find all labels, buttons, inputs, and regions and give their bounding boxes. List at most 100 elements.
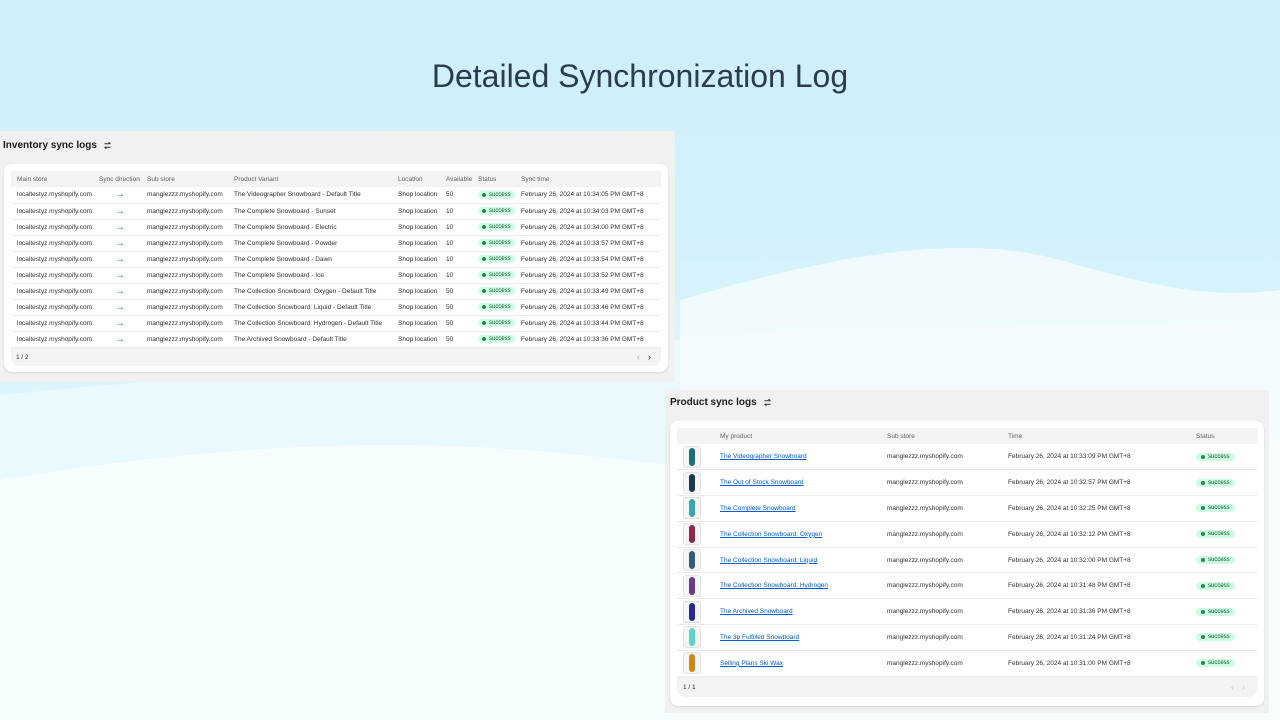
status-badge: success bbox=[478, 335, 515, 343]
arrow-right-icon: → bbox=[115, 237, 125, 249]
status-badge: success bbox=[478, 271, 515, 279]
product-link[interactable]: The Archived Snowboard bbox=[720, 608, 793, 615]
product-link[interactable]: The Out of Stock Snowboard bbox=[720, 479, 803, 486]
sync-direction-cell: → bbox=[98, 267, 146, 284]
product-panel-title: Product sync logs bbox=[670, 397, 757, 408]
status-label: success bbox=[489, 208, 511, 214]
product-link[interactable]: The Collection Snowboard: Hydrogen bbox=[720, 582, 828, 589]
sub-store-cell: manglezzz.myshopify.com bbox=[886, 624, 1007, 651]
product-name-cell: The Collection Snowboard: Oxygen bbox=[719, 521, 886, 548]
thumbnail-cell bbox=[677, 547, 719, 574]
status-cell: success bbox=[477, 219, 520, 236]
table-row: The 3p Fulfilled Snowboard manglezzz.mysh… bbox=[677, 624, 1257, 651]
sub-store-cell: manglezzz.myshopify.com bbox=[886, 598, 1007, 626]
chevron-right-icon[interactable]: › bbox=[1242, 682, 1245, 692]
column-header bbox=[677, 428, 719, 444]
available-cell: 50 bbox=[445, 331, 477, 348]
product-variant-cell: The Collection Snowboard: Hydrogen - Def… bbox=[233, 315, 397, 332]
status-label: success bbox=[1208, 505, 1230, 512]
status-cell: success bbox=[1195, 650, 1257, 677]
product-table-card: My product Sub store Time Status The Vid… bbox=[670, 421, 1264, 706]
status-dot-icon bbox=[482, 305, 486, 309]
product-link[interactable]: The Collection Snowboard: Liquid bbox=[720, 557, 817, 564]
product-thumbnail bbox=[683, 600, 701, 623]
status-label: success bbox=[1208, 557, 1230, 564]
sync-time-cell: February 26, 2024 at 10:33:54 PM GMT+8 bbox=[520, 251, 661, 268]
column-header: My product bbox=[719, 428, 886, 444]
arrow-right-icon: → bbox=[115, 301, 125, 313]
sub-store-cell: manglezzz.myshopify.com bbox=[886, 547, 1007, 574]
product-variant-cell: The Complete Snowboard - Sunset bbox=[233, 203, 397, 220]
product-thumbnail bbox=[683, 626, 701, 649]
main-store-cell: localtestyz.myshopify.com bbox=[11, 251, 98, 268]
sync-direction-cell: → bbox=[98, 235, 146, 252]
product-table: My product Sub store Time Status The Vid… bbox=[677, 428, 1257, 677]
table-row: The Videographer Snowboard manglezzz.mysh… bbox=[677, 444, 1257, 471]
sync-direction-cell: → bbox=[98, 283, 146, 300]
thumbnail-cell bbox=[677, 495, 719, 522]
status-label: success bbox=[489, 288, 511, 294]
status-dot-icon bbox=[482, 321, 486, 325]
chevron-left-icon[interactable]: ‹ bbox=[637, 352, 640, 362]
status-badge: success bbox=[1196, 504, 1235, 513]
product-link[interactable]: The Collection Snowboard: Oxygen bbox=[720, 531, 822, 538]
column-header: Sync direction bbox=[98, 171, 146, 187]
product-name-cell: The Collection Snowboard: Liquid bbox=[719, 547, 886, 574]
main-store-cell: localtestyz.myshopify.com bbox=[11, 187, 98, 204]
refresh-icon[interactable] bbox=[103, 141, 112, 150]
table-row: localtestyz.myshopify.com → manglezzz.mysh… bbox=[11, 187, 661, 204]
inventory-table: Main store Sync direction Sub store Prod… bbox=[11, 171, 661, 348]
snowboard-image-icon bbox=[689, 447, 695, 466]
snowboard-image-icon bbox=[689, 602, 695, 621]
product-variant-cell: The Collection Snowboard: Liquid - Defau… bbox=[233, 299, 397, 316]
location-cell: Shop location bbox=[397, 219, 445, 236]
status-cell: success bbox=[1195, 495, 1257, 522]
product-thumbnail bbox=[683, 652, 701, 675]
arrow-right-icon: → bbox=[115, 253, 125, 265]
status-label: success bbox=[1208, 634, 1230, 641]
product-link[interactable]: The Videographer Snowboard bbox=[720, 453, 807, 460]
status-badge: success bbox=[478, 190, 515, 199]
status-label: success bbox=[489, 224, 511, 230]
sync-time-cell: February 26, 2024 at 10:34:03 PM GMT+8 bbox=[520, 203, 661, 220]
main-store-cell: localtestyz.myshopify.com bbox=[11, 235, 98, 252]
status-label: success bbox=[489, 320, 511, 326]
product-name-cell: The Collection Snowboard: Hydrogen bbox=[719, 572, 886, 600]
sub-store-cell: manglezzz.myshopify.com bbox=[886, 469, 1007, 497]
inventory-pagination: 1 / 2 ‹ › bbox=[11, 348, 661, 366]
table-row: The Complete Snowboard manglezzz.myshopif… bbox=[677, 495, 1257, 522]
status-dot-icon bbox=[482, 337, 486, 341]
status-cell: success bbox=[477, 203, 520, 220]
status-cell: success bbox=[1195, 547, 1257, 574]
product-link[interactable]: Selling Plans Ski Wax bbox=[720, 660, 783, 667]
status-label: success bbox=[489, 191, 511, 198]
column-header: Time bbox=[1007, 428, 1195, 444]
page-indicator: 1 / 2 bbox=[16, 353, 29, 361]
product-variant-cell: The Archived Snowboard - Default Title bbox=[233, 331, 397, 348]
sub-store-cell: manglezzz.myshopify.com bbox=[146, 187, 233, 204]
product-link[interactable]: The 3p Fulfilled Snowboard bbox=[720, 634, 799, 641]
product-panel-header: Product sync logs bbox=[670, 397, 772, 408]
table-row: The Collection Snowboard: Liquid manglezz… bbox=[677, 547, 1257, 574]
column-header: Status bbox=[1195, 428, 1257, 444]
sync-time-cell: February 26, 2024 at 10:33:57 PM GMT+8 bbox=[520, 235, 661, 252]
product-link[interactable]: The Complete Snowboard bbox=[720, 505, 796, 512]
time-cell: February 26, 2024 at 10:32:12 PM GMT+8 bbox=[1007, 521, 1195, 548]
time-cell: February 26, 2024 at 10:32:25 PM GMT+8 bbox=[1007, 495, 1195, 522]
sync-time-cell: February 26, 2024 at 10:33:36 PM GMT+8 bbox=[520, 331, 661, 348]
sync-direction-cell: → bbox=[98, 251, 146, 268]
main-store-cell: localtestyz.myshopify.com bbox=[11, 315, 98, 332]
chevron-left-icon[interactable]: ‹ bbox=[1231, 682, 1234, 692]
page-title: Detailed Synchronization Log bbox=[431, 58, 849, 94]
status-label: success bbox=[489, 272, 511, 278]
column-header: Sub store bbox=[886, 428, 1007, 444]
product-thumbnail bbox=[683, 445, 701, 468]
chevron-right-icon[interactable]: › bbox=[648, 352, 651, 362]
status-cell: success bbox=[1195, 598, 1257, 626]
refresh-icon[interactable] bbox=[763, 398, 772, 407]
location-cell: Shop location bbox=[397, 251, 445, 268]
product-name-cell: The 3p Fulfilled Snowboard bbox=[719, 624, 886, 651]
status-dot-icon bbox=[482, 273, 486, 277]
arrow-right-icon: → bbox=[115, 317, 125, 329]
time-cell: February 26, 2024 at 10:32:57 PM GMT+8 bbox=[1007, 469, 1195, 497]
